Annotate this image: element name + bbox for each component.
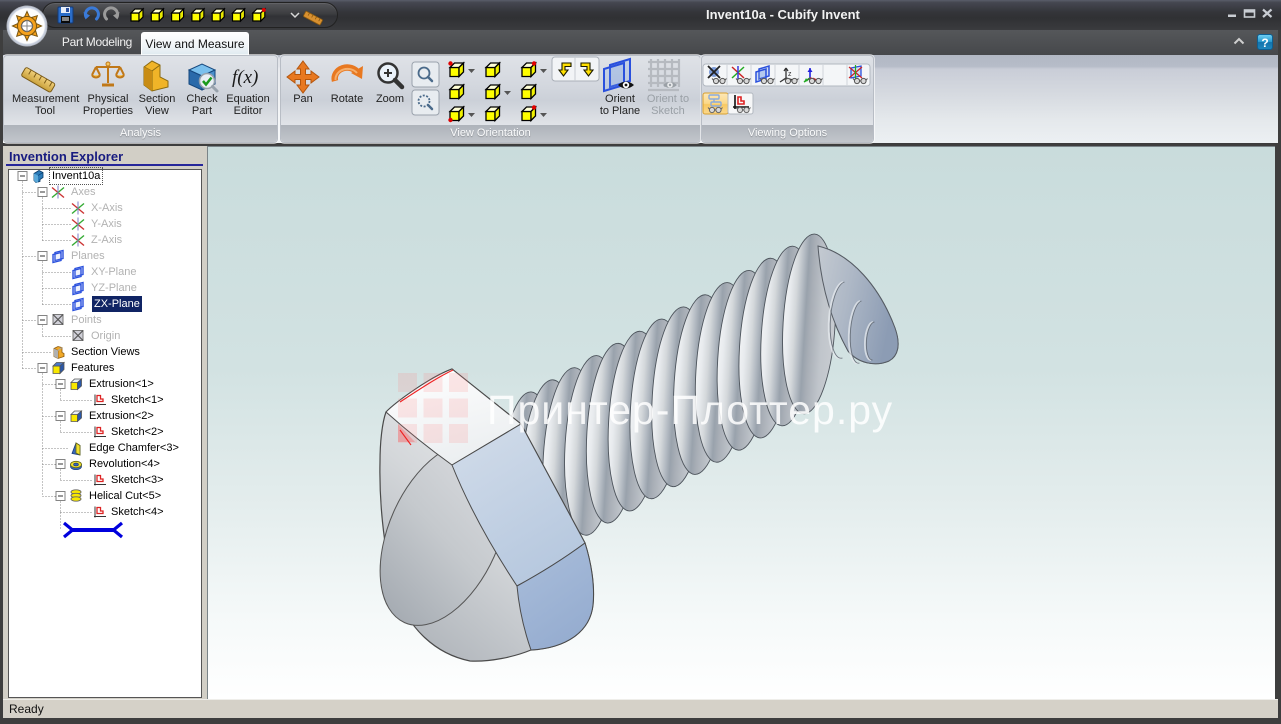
svg-text:f(x): f(x) bbox=[232, 67, 258, 88]
svg-text:z: z bbox=[788, 71, 792, 78]
